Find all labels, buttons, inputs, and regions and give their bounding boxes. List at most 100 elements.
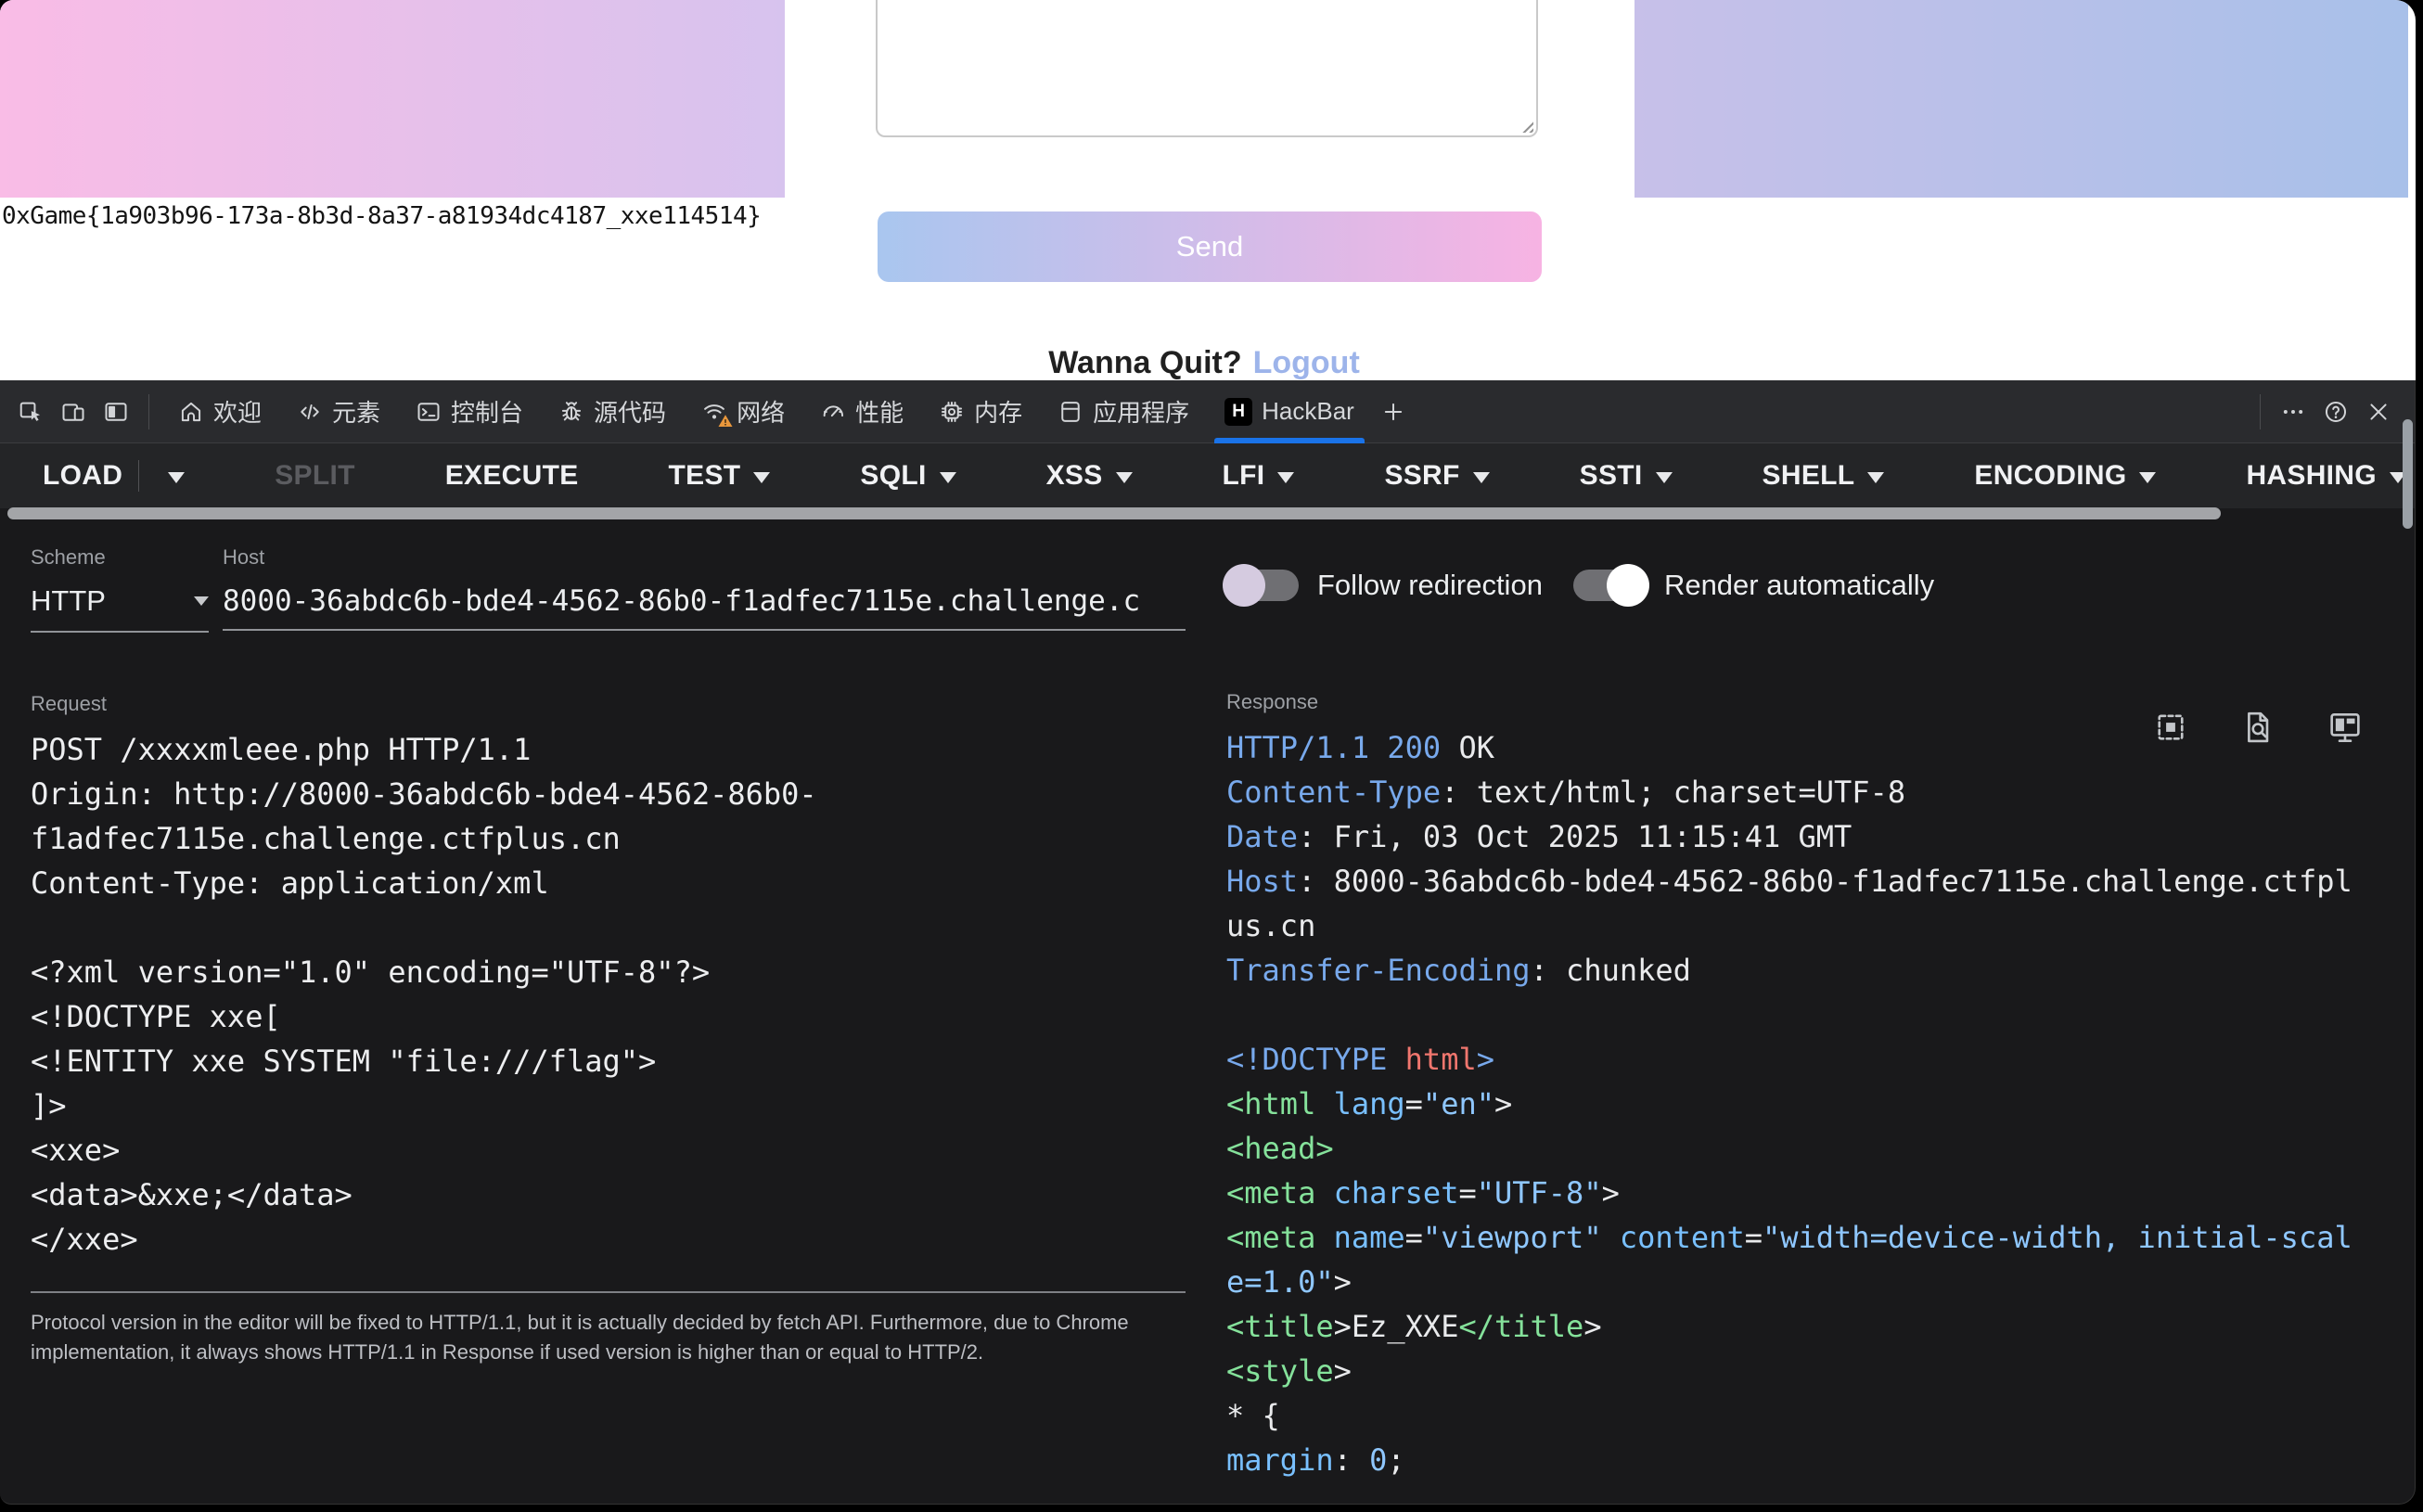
menu-hashing[interactable]: HASHING [2246, 460, 2405, 492]
host-input[interactable]: 8000-36abdc6b-bde4-4562-86b0-f1adfec7115… [223, 584, 1186, 631]
menu-label: SQLI [860, 460, 926, 492]
tab-network[interactable]: 网络 [684, 380, 802, 443]
request-editor[interactable]: POST /xxxxmleee.php HTTP/1.1 Origin: htt… [31, 727, 1186, 1262]
tab-label: 性能 [855, 394, 904, 429]
resize-handle[interactable] [1519, 119, 1533, 133]
gradient-card-left [0, 0, 785, 198]
inspect-cursor-icon [18, 399, 44, 425]
menu-shell[interactable]: SHELL [1763, 460, 1885, 492]
gradient-card-right [1635, 0, 2408, 198]
host-label: Host [223, 545, 1186, 570]
menu-encoding[interactable]: ENCODING [1974, 460, 2156, 492]
chevron-down-icon [194, 596, 209, 606]
menu-ssrf[interactable]: SSRF [1384, 460, 1489, 492]
plus-icon [1380, 399, 1406, 425]
tab-sources[interactable]: 源代码 [541, 380, 684, 443]
follow-redirection-toggle[interactable] [1226, 570, 1299, 601]
more-dots-icon [2280, 399, 2306, 425]
chevron-down-icon[interactable] [168, 472, 185, 483]
menu-sqli[interactable]: SQLI [860, 460, 955, 492]
horizontal-scrollbar[interactable] [7, 507, 2221, 519]
menu-label: EXECUTE [445, 460, 579, 492]
tab-label: 源代码 [594, 394, 666, 429]
close-devtools-button[interactable] [2357, 391, 2400, 433]
toolbar-divider [2260, 394, 2261, 429]
scheme-select[interactable]: HTTP [31, 584, 209, 633]
dock-side-icon [103, 399, 129, 425]
request-divider [31, 1291, 1186, 1293]
tab-label: 应用程序 [1093, 394, 1189, 429]
browser-window: 0xGame{1a903b96-173a-8b3d-8a37-a81934dc4… [0, 0, 2416, 1512]
menu-test[interactable]: TEST [669, 460, 771, 492]
menu-execute[interactable]: EXECUTE [445, 460, 579, 492]
response-toolbar [2150, 707, 2365, 748]
vertical-scrollbar[interactable] [2403, 419, 2413, 529]
request-column: Scheme HTTP Host 8000-36abdc6b-bde4-4562… [31, 545, 1186, 1367]
tab-label: 欢迎 [213, 394, 262, 429]
chevron-down-icon [2139, 472, 2156, 483]
tab-label: 控制台 [451, 394, 523, 429]
close-icon [2365, 399, 2391, 425]
send-button[interactable]: Send [878, 211, 1542, 282]
menu-label: HASHING [2246, 460, 2376, 492]
scheme-label: Scheme [31, 545, 209, 570]
more-tabs-button[interactable] [1372, 391, 1415, 433]
code-icon [297, 399, 323, 425]
response-body: HTTP/1.1 200 OKContent-Type: text/html; … [1226, 725, 2360, 1482]
warning-badge-icon [717, 413, 734, 429]
more-options-button[interactable] [2272, 391, 2314, 433]
render-automatically-label: Render automatically [1664, 569, 1934, 602]
hackbar-icon: H [1224, 398, 1252, 426]
response-column: Follow redirection Render automatically … [1226, 545, 2377, 1482]
console-icon [416, 399, 442, 425]
chevron-down-icon [1656, 472, 1673, 483]
quit-row: Wanna Quit?Logout [0, 345, 2408, 380]
chevron-down-icon [1473, 472, 1490, 483]
raw-bytes-button[interactable] [2150, 707, 2191, 748]
tab-performance[interactable]: 性能 [802, 380, 921, 443]
devtools-tabbar: 欢迎 元素 控制台 源代码 网络 [0, 380, 2415, 443]
chevron-down-icon [1277, 472, 1294, 483]
monitor-icon [2326, 708, 2365, 747]
render-view-button[interactable] [2325, 707, 2365, 748]
tab-welcome[interactable]: 欢迎 [160, 380, 279, 443]
tab-console[interactable]: 控制台 [398, 380, 541, 443]
bug-icon [558, 399, 584, 425]
tab-hackbar[interactable]: H HackBar [1207, 380, 1372, 443]
webpage: 0xGame{1a903b96-173a-8b3d-8a37-a81934dc4… [0, 0, 2416, 380]
tab-memory[interactable]: 内存 [921, 380, 1040, 443]
request-label: Request [31, 692, 1186, 716]
menu-lfi[interactable]: LFI [1223, 460, 1295, 492]
menu-ssti[interactable]: SSTI [1580, 460, 1673, 492]
active-tab-underline [1214, 438, 1365, 443]
hackbar-content: Scheme HTTP Host 8000-36abdc6b-bde4-4562… [0, 508, 2415, 1504]
menu-label: SSTI [1580, 460, 1643, 492]
scheme-value: HTTP [31, 584, 106, 618]
tab-application[interactable]: 应用程序 [1040, 380, 1207, 443]
preview-source-button[interactable] [2237, 707, 2278, 748]
tab-label: 网络 [737, 394, 785, 429]
menu-xss[interactable]: XSS [1046, 460, 1133, 492]
home-icon [178, 399, 204, 425]
menu-label: LFI [1223, 460, 1265, 492]
inspect-element-button[interactable] [9, 391, 52, 433]
help-icon [2323, 399, 2349, 425]
menu-load[interactable]: LOAD [43, 460, 185, 492]
render-automatically-toggle[interactable] [1573, 570, 1646, 601]
menu-label: SPLIT [275, 460, 355, 492]
tab-elements[interactable]: 元素 [279, 380, 398, 443]
menu-label: XSS [1046, 460, 1103, 492]
toggle-thumb [1607, 564, 1649, 607]
message-textarea[interactable] [876, 0, 1538, 137]
logout-link[interactable]: Logout [1253, 345, 1360, 380]
menu-label: SSRF [1384, 460, 1459, 492]
chip-select-icon [2151, 708, 2190, 747]
help-button[interactable] [2314, 391, 2357, 433]
menu-label: ENCODING [1974, 460, 2126, 492]
network-icon [701, 399, 727, 425]
hackbar-menubar: LOAD SPLIT EXECUTE TEST SQLI XSS LFI SSR… [0, 443, 2415, 508]
dock-side-button[interactable] [95, 391, 137, 433]
device-toolbar-icon [60, 399, 86, 425]
device-toolbar-button[interactable] [52, 391, 95, 433]
tab-label: 内存 [974, 394, 1022, 429]
